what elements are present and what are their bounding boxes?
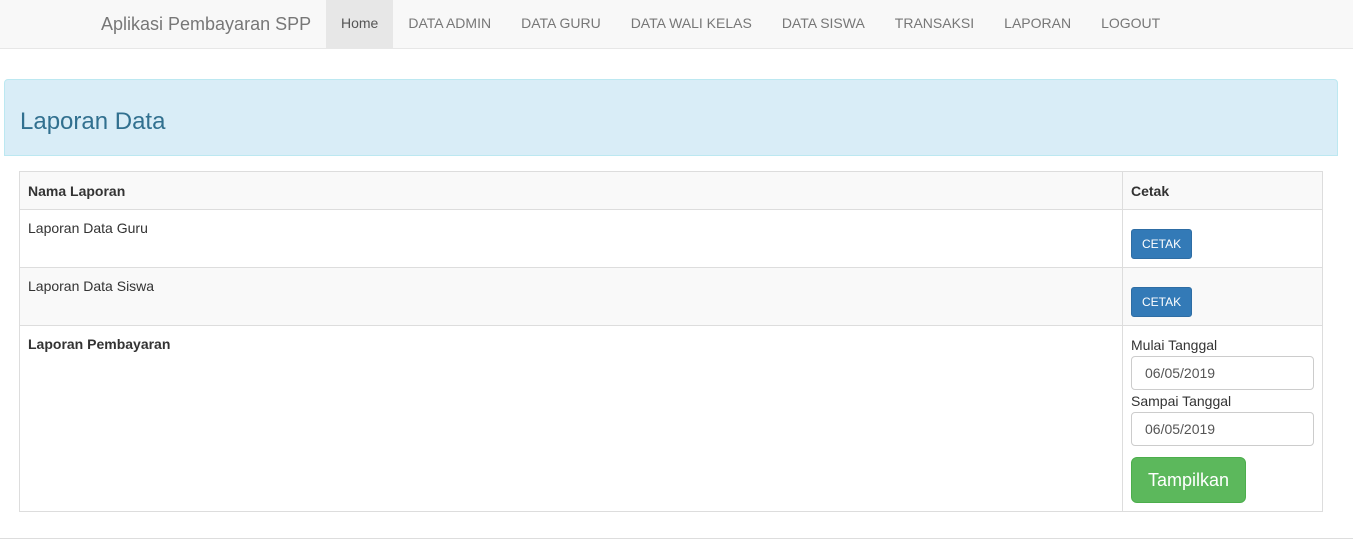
tampilkan-button[interactable]: Tampilkan — [1131, 457, 1247, 503]
payment-filter-form: Mulai Tanggal Sampai Tanggal Tampilkan — [1122, 325, 1323, 512]
panel-heading: Laporan Data — [4, 79, 1338, 156]
nav-item-data-wali-kelas[interactable]: DATA WALI KELAS — [616, 0, 767, 48]
top-navbar: Aplikasi Pembayaran SPP Home DATA ADMIN … — [0, 0, 1353, 49]
report-name-cell: Laporan Pembayaran — [19, 325, 1123, 512]
report-action-cell: CETAK — [1122, 267, 1323, 326]
start-date-label: Mulai Tanggal — [1131, 337, 1218, 353]
table-row: Laporan Data Guru CETAK — [19, 209, 1323, 268]
footer-divider — [0, 538, 1353, 539]
table-header-row: Nama Laporan Cetak — [19, 171, 1323, 210]
nav-item-home[interactable]: Home — [326, 0, 394, 48]
end-date-label: Sampai Tanggal — [1131, 393, 1232, 409]
column-header-cetak: Cetak — [1122, 171, 1323, 210]
report-name-cell: Laporan Data Siswa — [19, 267, 1123, 326]
report-table: Nama Laporan Cetak Laporan Data Guru CET… — [19, 171, 1323, 512]
end-date-input[interactable] — [1131, 412, 1314, 446]
nav-item-transaksi[interactable]: TRANSAKSI — [880, 0, 989, 48]
cetak-guru-button[interactable]: CETAK — [1131, 229, 1193, 259]
app-brand[interactable]: Aplikasi Pembayaran SPP — [101, 14, 311, 34]
column-header-nama-laporan: Nama Laporan — [19, 171, 1123, 210]
report-action-cell: CETAK — [1122, 209, 1323, 268]
table-row: Laporan Pembayaran Mulai Tanggal Sampai … — [19, 325, 1323, 512]
nav-item-laporan[interactable]: LAPORAN — [989, 0, 1086, 48]
main-nav: Home DATA ADMIN DATA GURU DATA WALI KELA… — [326, 0, 1175, 48]
nav-item-logout[interactable]: LOGOUT — [1086, 0, 1175, 48]
nav-item-data-admin[interactable]: DATA ADMIN — [393, 0, 506, 48]
report-name-cell: Laporan Data Guru — [19, 209, 1123, 268]
nav-item-data-siswa[interactable]: DATA SISWA — [767, 0, 880, 48]
cetak-siswa-button[interactable]: CETAK — [1131, 287, 1193, 317]
start-date-input[interactable] — [1131, 356, 1314, 390]
page-title: Laporan Data — [20, 108, 166, 135]
nav-item-data-guru[interactable]: DATA GURU — [506, 0, 616, 48]
table-row: Laporan Data Siswa CETAK — [19, 267, 1323, 326]
